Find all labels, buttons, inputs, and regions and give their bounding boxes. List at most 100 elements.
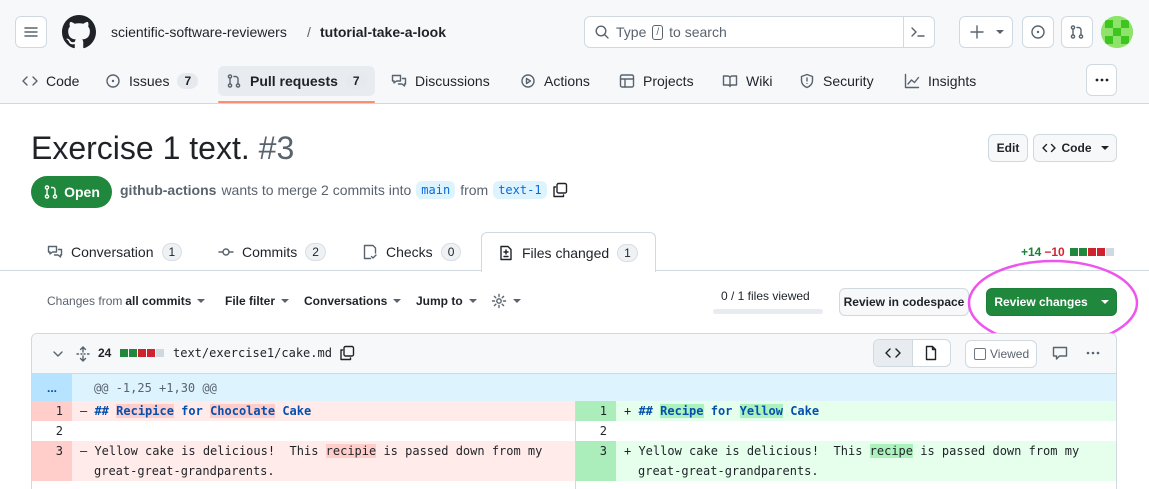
base-branch[interactable]: main <box>416 181 456 199</box>
file-diffstat-block <box>120 349 164 357</box>
diff-marker: + <box>624 444 639 458</box>
code-token: is passed down from my <box>913 444 1080 458</box>
line-number[interactable]: 1 <box>576 401 616 421</box>
review-in-codespace-label: Review in codespace <box>843 295 965 309</box>
diff-code: – Yellow cake is delicious! This recipie… <box>80 444 542 458</box>
code-token: ## <box>94 404 117 418</box>
source-diff-button[interactable] <box>874 340 913 366</box>
chevron-down-icon <box>1100 146 1109 150</box>
tab-files-changed[interactable]: Files changed 1 <box>481 232 656 272</box>
checklist-icon <box>363 244 377 260</box>
diff-left-pane: 1 – ## Recipice for Chocolate Cake 2 3 –… <box>32 401 575 489</box>
pr-number: #3 <box>258 130 295 166</box>
nav-insights[interactable]: Insights <box>896 66 984 96</box>
nav-wiki[interactable]: Wiki <box>714 66 780 96</box>
diff-settings-dropdown[interactable] <box>491 293 521 309</box>
diff-line-context: 2 <box>32 421 575 441</box>
tab-commits[interactable]: Commits 2 <box>218 232 326 272</box>
code-icon <box>1041 143 1056 153</box>
avatar[interactable] <box>1101 16 1133 48</box>
line-number[interactable] <box>32 481 72 489</box>
nav-selected-underline <box>218 101 375 103</box>
rich-diff-button[interactable] <box>913 340 951 366</box>
jump-to-dropdown[interactable]: Jump to <box>416 294 477 308</box>
code-dropdown-button[interactable]: Code <box>1033 134 1117 162</box>
nav-label: Insights <box>928 73 977 89</box>
breadcrumb-owner[interactable]: scientific-software-reviewers <box>111 24 287 40</box>
review-in-codespace-button[interactable]: Review in codespace <box>839 288 969 316</box>
unfold-icon[interactable] <box>75 346 91 362</box>
diff-line-context: 2 <box>576 421 1116 441</box>
chevron-down-icon <box>197 299 206 303</box>
copy-icon[interactable] <box>552 182 568 198</box>
pr-from-text: from <box>460 182 489 198</box>
line-number[interactable]: 1 <box>32 401 72 421</box>
menu-button[interactable] <box>15 16 47 48</box>
nav-code[interactable]: Code <box>14 66 87 96</box>
chevron-down-icon[interactable] <box>50 346 66 362</box>
comment-discussion-icon <box>391 74 407 87</box>
line-number[interactable]: 3 <box>576 441 616 481</box>
file-path[interactable]: text/exercise1/cake.md <box>173 346 332 360</box>
nav-count: 7 <box>177 73 199 89</box>
nav-pull-requests[interactable]: Pull requests 7 <box>218 66 375 96</box>
pr-meta: github-actions wants to merge 2 commits … <box>120 181 568 199</box>
create-new-button[interactable] <box>959 16 1013 48</box>
diff-code: + Yellow cake is delicious! This recipe … <box>624 444 1079 458</box>
nav-count: 7 <box>345 73 367 89</box>
tab-checks[interactable]: Checks 0 <box>362 232 462 272</box>
file-filter-dropdown[interactable]: File filter <box>225 294 290 308</box>
nav-actions[interactable]: Actions <box>512 66 598 96</box>
diff-marker: – <box>80 444 95 458</box>
comment-icon[interactable] <box>1052 345 1068 361</box>
conversations-dropdown[interactable]: Conversations <box>304 294 402 308</box>
book-icon <box>722 75 738 88</box>
tab-conversation[interactable]: Conversation 1 <box>47 232 183 272</box>
issues-button[interactable] <box>1022 16 1054 48</box>
issue-opened-icon <box>1031 25 1045 39</box>
line-number[interactable]: 2 <box>32 421 72 441</box>
nav-more-button[interactable] <box>1086 64 1117 96</box>
nav-security[interactable]: Security <box>791 66 882 96</box>
checkbox[interactable] <box>974 348 986 360</box>
changes-from-dropdown[interactable]: Changes from all commits <box>47 294 206 308</box>
search-prefix: Type <box>616 24 647 40</box>
code-token: Yellow cake is delicious! This <box>638 444 870 458</box>
viewed-checkbox[interactable]: Viewed <box>965 340 1037 368</box>
edit-button[interactable]: Edit <box>988 134 1028 162</box>
command-palette-icon[interactable] <box>910 24 926 40</box>
line-number[interactable]: 2 <box>576 421 616 441</box>
status-badge-label: Open <box>64 184 100 200</box>
chevron-down-icon <box>468 299 477 303</box>
kebab-horizontal-icon[interactable] <box>1085 345 1101 361</box>
pr-author[interactable]: github-actions <box>120 182 216 198</box>
search-input[interactable]: Type / to search <box>584 16 935 48</box>
line-number[interactable]: 3 <box>32 441 72 481</box>
code-token: recipe <box>869 444 913 458</box>
copy-icon[interactable] <box>339 345 355 361</box>
code-token: Cake <box>275 404 312 418</box>
nav-label: Issues <box>129 73 170 89</box>
tab-label: Files changed <box>522 244 610 261</box>
nav-issues[interactable]: Issues 7 <box>97 66 206 96</box>
view-toggle <box>873 339 951 367</box>
nav-discussions[interactable]: Discussions <box>383 66 498 96</box>
nav-label: Security <box>823 73 874 89</box>
github-logo-icon[interactable] <box>62 15 96 49</box>
nav-label: Pull requests <box>250 73 338 89</box>
file-changes-count: 24 <box>98 346 112 360</box>
diffstat: +14 −10 <box>1021 245 1114 259</box>
changes-from-value: all commits <box>125 294 192 308</box>
expand-hunk-button[interactable]: ... <box>32 374 72 401</box>
chevron-down-icon <box>281 299 290 303</box>
command-palette-divider <box>903 17 904 47</box>
pull-requests-button[interactable] <box>1061 16 1093 48</box>
diff-line-addition: 3 + Yellow cake is delicious! This recip… <box>576 441 1116 481</box>
tab-count: 1 <box>161 243 183 261</box>
hunk-header-text: @@ -1,25 +1,30 @@ <box>94 381 217 395</box>
page-title: Exercise 1 text. #3 <box>31 130 294 167</box>
breadcrumb-repo[interactable]: tutorial-take-a-look <box>320 24 446 40</box>
head-branch[interactable]: text-1 <box>493 181 547 199</box>
review-changes-button[interactable]: Review changes <box>986 288 1117 316</box>
nav-projects[interactable]: Projects <box>611 66 702 96</box>
